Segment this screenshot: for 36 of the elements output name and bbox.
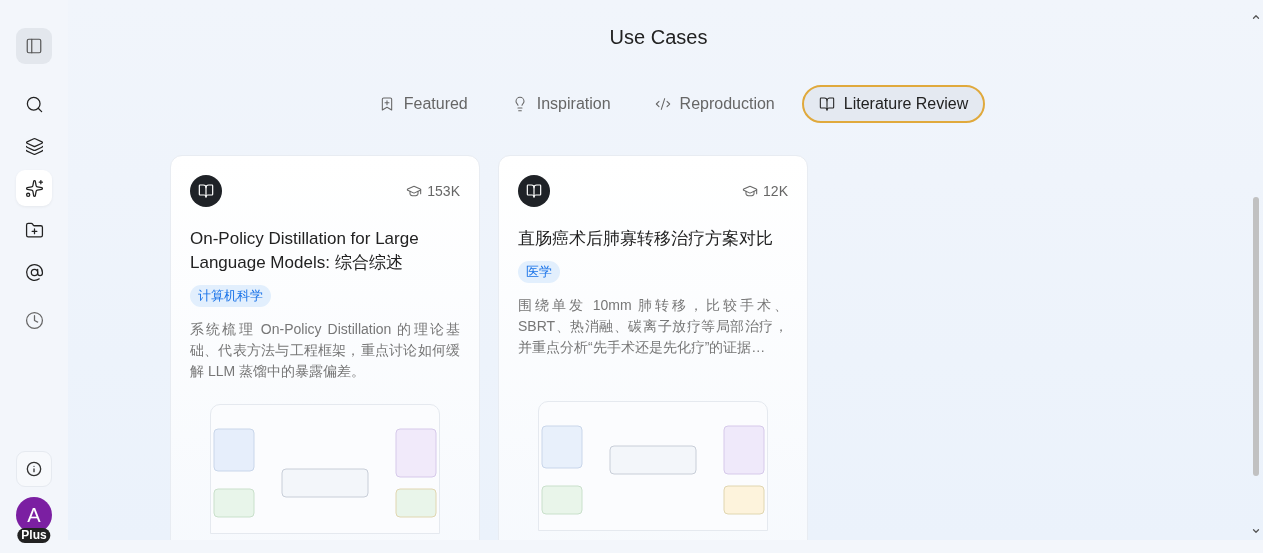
category-tag: 计算机科学	[190, 285, 271, 307]
usage-count: 153K	[427, 183, 460, 199]
graduation-cap-icon	[406, 183, 423, 199]
category-tab[interactable]: Literature Review	[801, 85, 986, 123]
panel-icon	[25, 37, 43, 55]
plan-badge: Plus	[17, 528, 51, 543]
usage-count: 12K	[763, 183, 788, 199]
category-tab[interactable]: Reproduction	[637, 85, 792, 123]
at-sign-icon	[24, 262, 44, 282]
graduation-cap-icon	[742, 183, 759, 199]
card-title: On-Policy Distillation for Large Language Models: 综合综述	[190, 228, 420, 274]
scrollbar-thumb[interactable]	[1253, 197, 1259, 476]
sidebar-toggle-button[interactable]	[16, 28, 52, 64]
info-icon	[26, 461, 42, 477]
page-title: Use Cases	[609, 26, 708, 49]
clock-icon	[24, 310, 44, 330]
card-description: 系统梳理 On-Policy Distillation 的理论基础、代表方法与工程框架，重点讨论如何缓解 LLM 蒸馏中的暴露偏差。	[190, 320, 460, 381]
search-icon	[24, 94, 44, 114]
category-tab[interactable]: Featured	[361, 85, 485, 123]
use-case-card[interactable]: 153K On-Policy Distillation for Large Language Models: 综合综述 计算机科学 系统梳理 On-Policy Distillation 的理论基础、代表方法与工程框架，重点讨论如何缓解 LLM 蒸馏中的暴露偏差。	[170, 155, 480, 540]
sidebar-nav-button[interactable]	[16, 170, 52, 206]
book-badge-icon	[518, 175, 550, 207]
category-tab[interactable]: Inspiration	[494, 85, 628, 123]
use-case-card[interactable]: 12K 直肠癌术后肺寡转移治疗方案对比 医学 围绕单发 10mm 肺转移，比较手术、SBRT、热消融、碳离子放疗等局部治疗，并重点分析“先手术还是先化疗”的证据…	[498, 155, 808, 540]
card-description: 围绕单发 10mm 肺转移，比较手术、SBRT、热消融、碳离子放疗等局部治疗，并重点分析“先手术还是先化疗”的证据…	[518, 296, 788, 357]
scroll-up-icon[interactable]	[1251, 12, 1261, 22]
info-button[interactable]	[16, 451, 52, 487]
book-badge-icon	[190, 175, 222, 207]
card-title: 直肠癌术后肺寡转移治疗方案对比	[518, 228, 774, 250]
scroll-down-icon[interactable]	[1251, 526, 1261, 536]
code-icon	[654, 96, 671, 112]
category-tag: 医学	[518, 261, 560, 283]
stack-icon	[24, 136, 44, 156]
book-icon	[818, 96, 835, 112]
sparkles-icon	[24, 178, 44, 198]
folder-plus-icon	[24, 220, 44, 240]
